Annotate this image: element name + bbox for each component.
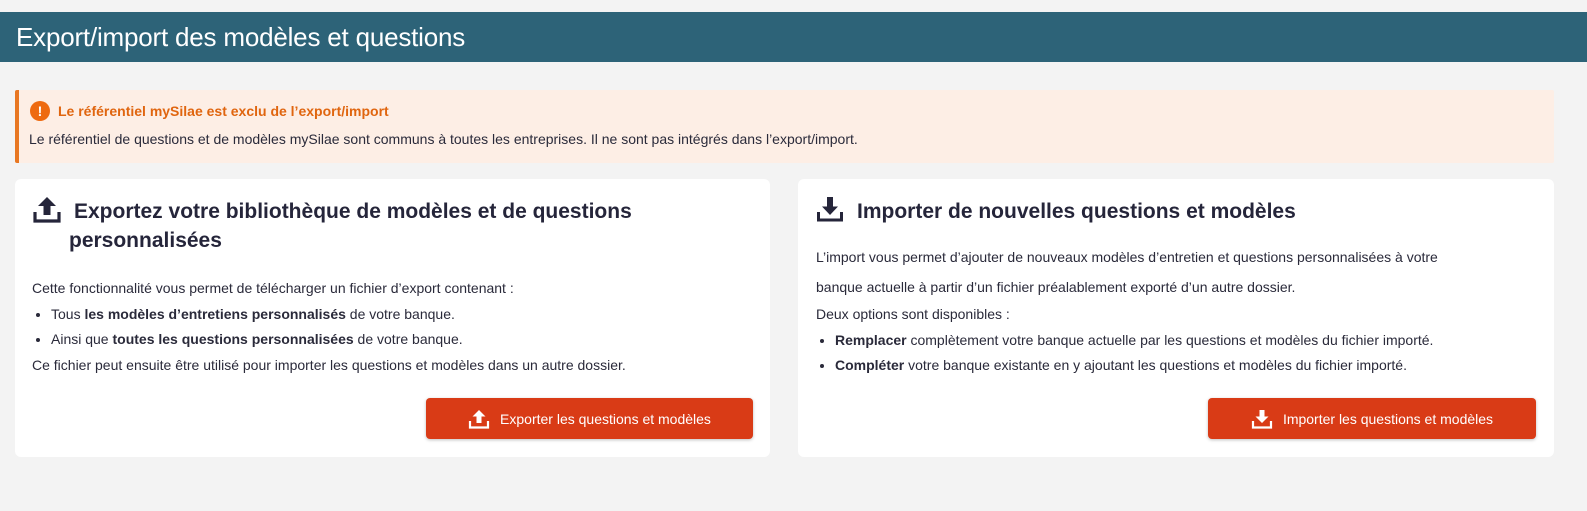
alert-title-row: ! Le référentiel mySilae est exclu de l’…	[29, 101, 1554, 121]
import-card: Importer de nouvelles questions et modèl…	[798, 179, 1554, 457]
export-list: Tous les modèles d’entretiens personnali…	[32, 302, 626, 353]
export-intro: Cette fonctionnalité vous permet de télé…	[32, 280, 514, 296]
page-title: Export/import des modèles et questions	[16, 21, 466, 52]
upload-icon	[468, 409, 490, 429]
download-icon	[817, 197, 843, 222]
list-item: Tous les modèles d’entretiens personnali…	[51, 302, 626, 328]
import-button[interactable]: Importer les questions et modèles	[1208, 398, 1536, 439]
export-outro: Ce fichier peut ensuite être utilisé pou…	[32, 356, 626, 373]
list-item: Compléter votre banque existante en y aj…	[835, 353, 1433, 379]
list-item: Ainsi que toutes les questions personnal…	[51, 327, 626, 353]
alert-text: Le référentiel de questions et de modèle…	[29, 131, 858, 147]
info-alert: ! Le référentiel mySilae est exclu de l’…	[15, 90, 1554, 163]
import-intro-line2: banque actuelle à partir d’un fichier pr…	[816, 278, 1296, 295]
alert-title: Le référentiel mySilae est exclu de l’ex…	[58, 103, 389, 119]
import-options: Deux options sont disponibles : Remplace…	[816, 302, 1433, 379]
import-intro-line1: L’import vous permet d’ajouter de nouvea…	[816, 249, 1438, 265]
export-button-label: Exporter les questions et modèles	[500, 410, 711, 427]
export-card: Exportez votre bibliothèque de modèles e…	[15, 179, 770, 457]
upload-icon	[33, 197, 61, 223]
export-button[interactable]: Exporter les questions et modèles	[426, 398, 753, 439]
import-list: Remplacer complètement votre banque actu…	[816, 328, 1433, 379]
exclamation-circle-icon: !	[30, 101, 50, 121]
page-header: Export/import des modèles et questions	[0, 12, 1587, 62]
export-description: Cette fonctionnalité vous permet de télé…	[32, 276, 626, 378]
export-title-line1: Exportez votre bibliothèque de modèles e…	[74, 200, 632, 223]
export-title-line2: personnalisées	[69, 229, 222, 252]
import-button-label: Importer les questions et modèles	[1282, 410, 1494, 427]
list-item: Remplacer complètement votre banque actu…	[835, 328, 1433, 354]
download-icon	[1251, 409, 1273, 429]
import-options-intro: Deux options sont disponibles :	[816, 306, 1010, 322]
import-description: L’import vous permet d’ajouter de nouvea…	[816, 243, 1438, 302]
import-title: Importer de nouvelles questions et modèl…	[857, 200, 1296, 223]
